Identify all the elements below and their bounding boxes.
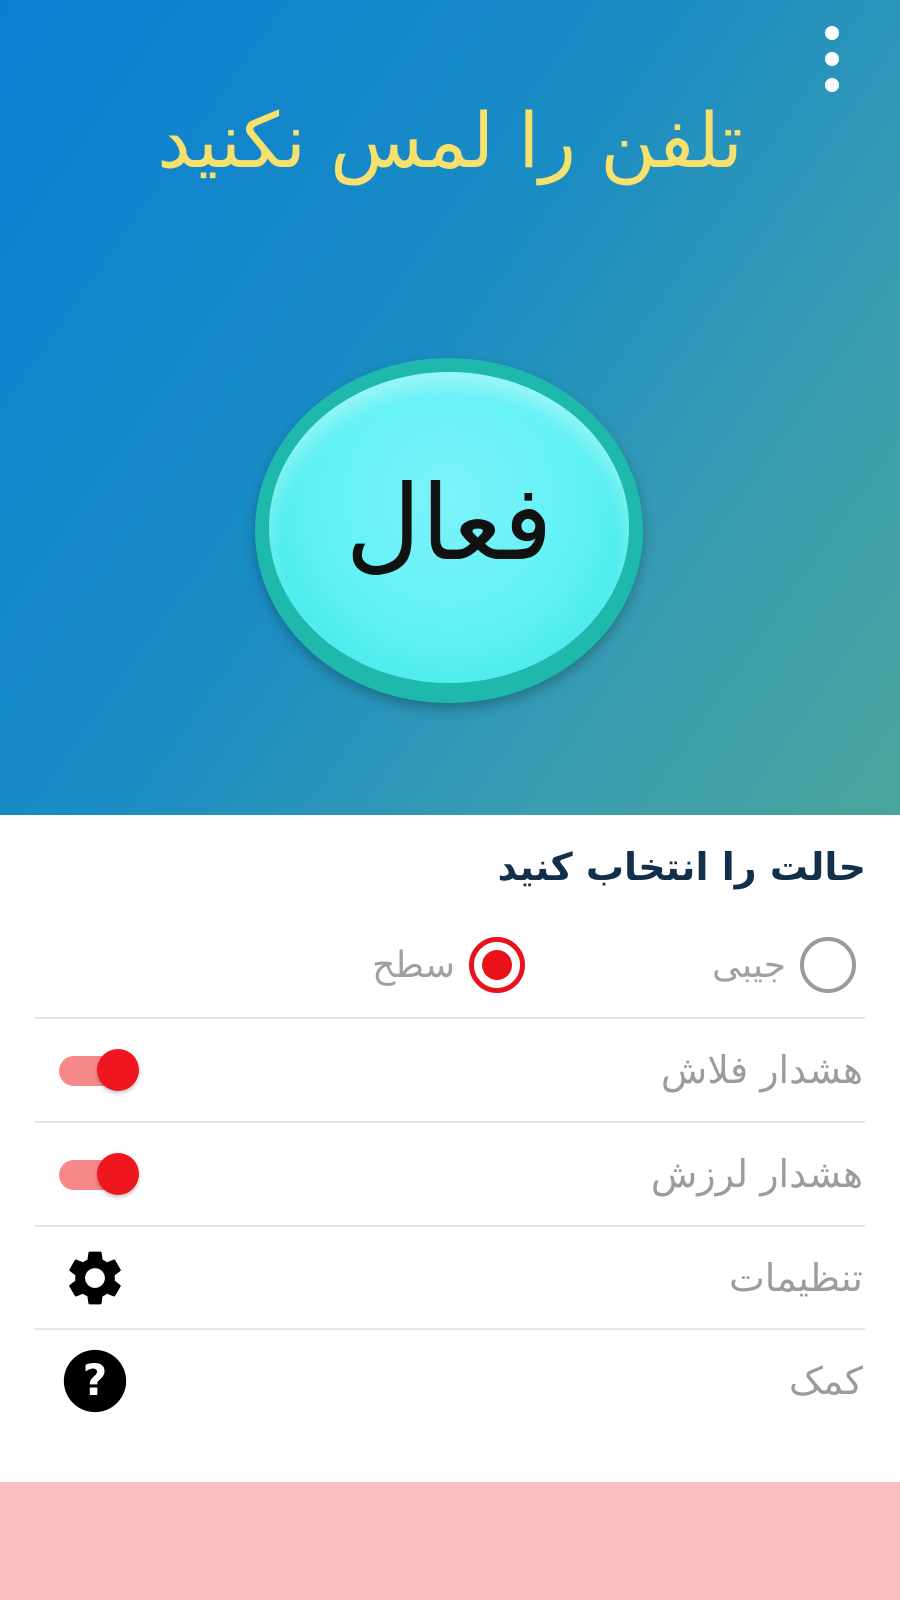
activate-label: فعال [345, 461, 553, 584]
radio-checked-icon [469, 937, 525, 993]
toggle-thumb [97, 1049, 139, 1091]
app-title: تلفن را لمس نکنید [157, 96, 743, 185]
toggle-thumb [97, 1153, 139, 1195]
flash-alert-toggle[interactable] [55, 1045, 139, 1095]
gear-icon[interactable] [60, 1243, 130, 1313]
activate-button[interactable]: فعال [255, 358, 643, 703]
overflow-menu-icon[interactable] [814, 26, 850, 92]
settings-row[interactable]: تنظیمات [35, 1225, 865, 1329]
radio-surface-label: سطح [372, 944, 455, 986]
radio-pocket-mode[interactable]: جیبی [712, 930, 856, 1000]
activate-button-face: فعال [269, 372, 629, 683]
hero-section: تلفن را لمس نکنید فعال [0, 0, 900, 815]
settings-label: تنظیمات [728, 1256, 863, 1300]
mode-radio-group: جیبی سطح [0, 930, 900, 1000]
vibration-alert-label: هشدار لرزش [650, 1152, 863, 1196]
options-panel: حالت را انتخاب کنید جیبی سطح هشدار فلاش … [0, 815, 900, 1482]
help-row[interactable]: ? کمک [35, 1328, 865, 1432]
menu-dot [825, 52, 839, 66]
menu-dot [825, 78, 839, 92]
footer-banner [0, 1482, 900, 1600]
help-label: کمک [788, 1359, 863, 1403]
radio-dot [482, 950, 512, 980]
svg-text:?: ? [83, 1357, 108, 1406]
radio-unchecked-icon [800, 937, 856, 993]
menu-dot [825, 26, 839, 40]
flash-alert-label: هشدار فلاش [660, 1048, 863, 1092]
help-icon[interactable]: ? [60, 1346, 130, 1416]
vibration-alert-row: هشدار لرزش [35, 1121, 865, 1225]
mode-section-title: حالت را انتخاب کنید [497, 845, 866, 889]
radio-pocket-label: جیبی [712, 944, 786, 986]
radio-surface-mode[interactable]: سطح [372, 930, 525, 1000]
vibration-alert-toggle[interactable] [55, 1149, 139, 1199]
flash-alert-row: هشدار فلاش [35, 1017, 865, 1121]
